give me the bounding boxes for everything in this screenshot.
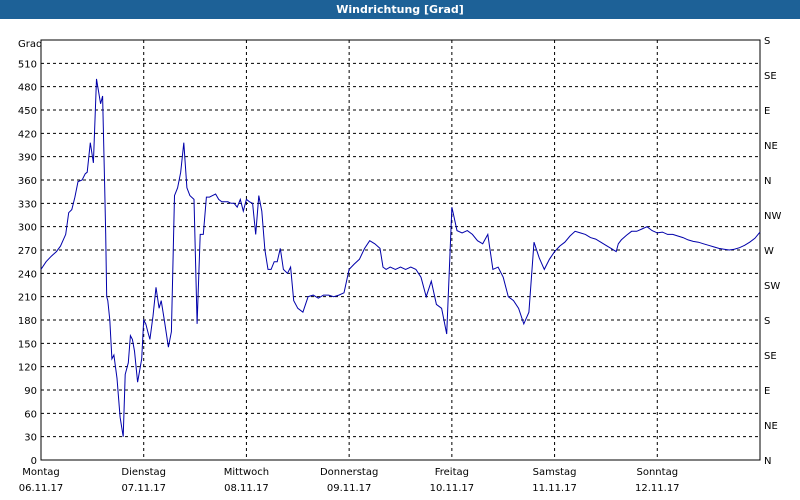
y-tick-label: 300 bbox=[18, 223, 37, 234]
x-date-label: 08.11.17 bbox=[224, 483, 269, 494]
right-axis-label: N bbox=[764, 176, 771, 187]
x-day-label: Freitag bbox=[435, 467, 469, 478]
right-axis-label: E bbox=[764, 386, 770, 397]
grid bbox=[41, 40, 760, 461]
x-date-label: 07.11.17 bbox=[121, 483, 166, 494]
y-tick-label: 360 bbox=[18, 176, 37, 187]
right-axis-label: NW bbox=[764, 211, 781, 222]
y-tick-label: 330 bbox=[18, 199, 37, 210]
wind-direction-line bbox=[40, 78, 761, 437]
x-axis-ticks: Montag 06.11.17 Dienstag 07.11.17 Mittwoch 08… bbox=[19, 467, 680, 494]
y-axis-ticks: 0 30 60 90 120 150 180 210 240 270 300 330 360 390 420… bbox=[18, 59, 37, 467]
y-tick-label: 270 bbox=[18, 246, 37, 257]
y-tick-label: 90 bbox=[24, 386, 37, 397]
y-tick-label: 0 bbox=[31, 456, 37, 467]
x-day-label: Donnerstag bbox=[320, 467, 378, 478]
y-tick-label: 450 bbox=[18, 106, 37, 117]
right-axis-label: S bbox=[764, 36, 770, 47]
right-axis-label: SW bbox=[764, 281, 780, 292]
right-axis-label: SE bbox=[764, 351, 777, 362]
wind-direction-chart: Grad 0 30 60 90 120 150 180 210 240 270 300 330 360 3… bbox=[18, 36, 782, 494]
x-day-label: Mittwoch bbox=[224, 467, 269, 478]
y-tick-label: 120 bbox=[18, 363, 37, 374]
y-tick-label: 210 bbox=[18, 293, 37, 304]
x-date-label: 09.11.17 bbox=[327, 483, 372, 494]
right-axis-label: NE bbox=[764, 421, 778, 432]
right-axis-ticks: N NE E SE S SW W NW N NE E SE S bbox=[764, 36, 781, 467]
y-axis-unit-label: Grad bbox=[18, 39, 42, 50]
x-day-label: Sonntag bbox=[637, 467, 679, 478]
right-axis-label: E bbox=[764, 106, 770, 117]
x-day-label: Montag bbox=[22, 467, 59, 478]
plot-frame bbox=[40, 39, 761, 461]
x-date-label: 10.11.17 bbox=[430, 483, 475, 494]
y-tick-label: 30 bbox=[24, 433, 37, 444]
y-tick-label: 60 bbox=[24, 409, 37, 420]
y-tick-label: 150 bbox=[18, 339, 37, 350]
y-tick-label: 240 bbox=[18, 269, 37, 280]
x-day-label: Dienstag bbox=[121, 467, 166, 478]
y-tick-label: 480 bbox=[18, 83, 37, 94]
right-axis-label: NE bbox=[764, 141, 778, 152]
y-tick-label: 510 bbox=[18, 59, 37, 70]
right-axis-label: S bbox=[764, 316, 770, 327]
y-tick-label: 390 bbox=[18, 153, 37, 164]
right-axis-label: SE bbox=[764, 71, 777, 82]
x-date-label: 11.11.17 bbox=[532, 483, 577, 494]
y-tick-label: 420 bbox=[18, 129, 37, 140]
right-axis-label: W bbox=[764, 246, 774, 257]
right-axis-label: N bbox=[764, 456, 771, 467]
x-day-label: Samstag bbox=[533, 467, 577, 478]
y-tick-label: 180 bbox=[18, 316, 37, 327]
chart-title: Windrichtung [Grad] bbox=[0, 0, 800, 19]
x-date-label: 06.11.17 bbox=[19, 483, 64, 494]
x-date-label: 12.11.17 bbox=[635, 483, 680, 494]
